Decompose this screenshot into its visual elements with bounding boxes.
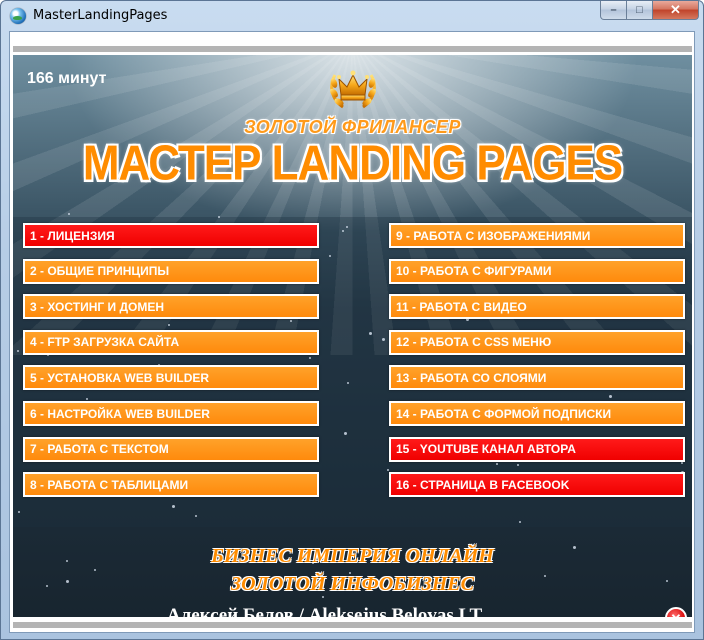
menu-button-label: 3 - ХОСТИНГ И ДОМЕН xyxy=(30,299,164,314)
maximize-icon: □ xyxy=(636,4,643,16)
star-dot xyxy=(195,515,197,517)
menu-button[interactable]: 3 - ХОСТИНГ И ДОМЕН xyxy=(23,294,319,320)
star-dot xyxy=(17,350,19,352)
menu-button-label: 12 - РАБОТА С CSS МЕНЮ xyxy=(396,335,552,350)
star-dot xyxy=(369,332,372,335)
star-dot xyxy=(290,320,292,322)
menu-button[interactable]: 7 - РАБОТА С ТЕКСТОМ xyxy=(23,436,319,462)
crown-laurel-icon xyxy=(327,61,379,113)
menu-button[interactable]: 11 - РАБОТА С ВИДЕО xyxy=(389,294,685,320)
star-dot xyxy=(94,569,96,571)
star-dot xyxy=(387,469,389,471)
star-dot xyxy=(218,216,220,218)
menu-button-label: 5 - УСТАНОВКА WEB BUILDER xyxy=(30,370,210,385)
star-dot xyxy=(609,395,612,398)
maximize-button[interactable]: □ xyxy=(627,1,653,20)
star-dot xyxy=(322,596,324,598)
menu-button-label: 6 - НАСТРОЙКА WEB BUILDER xyxy=(30,406,210,421)
menu-button[interactable]: 16 - СТРАНИЦА В FACEBOOK xyxy=(389,472,685,498)
window-close-button[interactable]: ✕ xyxy=(653,1,699,20)
menu-button-label: 8 - РАБОТА С ТАБЛИЦАМИ xyxy=(30,477,189,492)
star-dot xyxy=(172,505,175,508)
menu-button-label: 9 - РАБОТА С ИЗОБРАЖЕНИЯМИ xyxy=(396,228,591,243)
star-dot xyxy=(517,464,519,466)
slogan-line-1: БИЗНЕС ИМПЕРИЯ ОНЛАЙН xyxy=(211,545,494,567)
menu-button-label: 2 - ОБЩИЕ ПРИНЦИПЫ xyxy=(30,264,170,279)
duration-label: 166 минут xyxy=(27,70,107,87)
menu-button-label: 4 - FTP ЗАГРУЗКА САЙТА xyxy=(30,335,180,350)
star-dot xyxy=(329,255,331,257)
menu-button[interactable]: 13 - РАБОТА СО СЛОЯМИ xyxy=(389,365,685,391)
star-dot xyxy=(86,398,88,400)
menu-button-label: 11 - РАБОТА С ВИДЕО xyxy=(396,299,527,314)
menu-button[interactable]: 6 - НАСТРОЙКА WEB BUILDER xyxy=(23,401,319,426)
landing-stage: 166 минут ЗОЛОТОЙ ФРИЛАНСЕР МАСТЕР LANDI… xyxy=(13,55,692,617)
star-dot xyxy=(342,230,344,232)
window-title: MasterLandingPages xyxy=(33,8,168,23)
star-dot xyxy=(347,382,349,384)
star-dot xyxy=(18,511,20,513)
menu-button[interactable]: 5 - УСТАНОВКА WEB BUILDER xyxy=(23,365,319,391)
app-icon xyxy=(10,8,26,24)
page-title: МАСТЕР LANDING PAGES xyxy=(82,136,623,191)
slogan-line-2: ЗОЛОТОЙ ИНФОБИЗНЕС xyxy=(231,573,474,595)
menu-button[interactable]: 4 - FTP ЗАГРУЗКА САЙТА xyxy=(23,329,319,355)
top-divider xyxy=(13,46,692,52)
menu-button-label: 7 - РАБОТА С ТЕКСТОМ xyxy=(30,442,169,457)
minimize-icon: – xyxy=(610,4,617,16)
menu-button[interactable]: 2 - ОБЩИЕ ПРИНЦИПЫ xyxy=(23,258,319,284)
menu-button-label: 14 - РАБОТА С ФОРМОЙ ПОДПИСКИ xyxy=(396,406,612,421)
title-bar[interactable]: MasterLandingPages – □ ✕ xyxy=(1,1,703,31)
star-dot xyxy=(346,226,348,228)
star-dot xyxy=(68,213,70,215)
menu-button[interactable]: 9 - РАБОТА С ИЗОБРАЖЕНИЯМИ xyxy=(389,223,685,248)
star-dot xyxy=(344,432,347,435)
menu-button-label: 13 - РАБОТА СО СЛОЯМИ xyxy=(396,370,547,385)
menu-button-label: 10 - РАБОТА С ФИГУРАМИ xyxy=(396,264,552,279)
close-icon: ✕ xyxy=(670,2,681,17)
star-dot xyxy=(309,357,311,359)
menu-button[interactable]: 15 - YOUTUBE КАНАЛ АВТОРА xyxy=(389,436,685,462)
star-dot xyxy=(496,463,498,465)
author-credit: Алексей Белов / Aleksejus Belovas LT xyxy=(166,605,483,617)
menu-button-label: 1 - ЛИЦЕНЗИЯ xyxy=(30,228,115,243)
close-icon: ✕ xyxy=(671,612,682,618)
star-dot xyxy=(168,324,170,326)
menu-button-label: 16 - СТРАНИЦА В FACEBOOK xyxy=(396,477,570,492)
app-window: MasterLandingPages – □ ✕ 166 минут ЗОЛОТ… xyxy=(0,0,704,640)
minimize-button[interactable]: – xyxy=(600,1,627,20)
menu-button[interactable]: 8 - РАБОТА С ТАБЛИЦАМИ xyxy=(23,472,319,498)
menu-button-label: 15 - YOUTUBE КАНАЛ АВТОРА xyxy=(396,442,576,457)
star-dot xyxy=(681,462,683,464)
bottom-divider xyxy=(13,622,692,628)
client-area: 166 минут ЗОЛОТОЙ ФРИЛАНСЕР МАСТЕР LANDI… xyxy=(9,31,695,633)
star-dot xyxy=(519,521,521,523)
subtitle: ЗОЛОТОЙ ФРИЛАНСЕР xyxy=(244,117,461,137)
menu-button[interactable]: 1 - ЛИЦЕНЗИЯ xyxy=(23,223,319,248)
menu-button[interactable]: 12 - РАБОТА С CSS МЕНЮ xyxy=(389,329,685,355)
menu-button[interactable]: 14 - РАБОТА С ФОРМОЙ ПОДПИСКИ xyxy=(389,401,685,426)
menu-button[interactable]: 10 - РАБОТА С ФИГУРАМИ xyxy=(389,258,685,284)
star-dot xyxy=(382,338,385,341)
window-controls: – □ ✕ xyxy=(600,1,699,20)
